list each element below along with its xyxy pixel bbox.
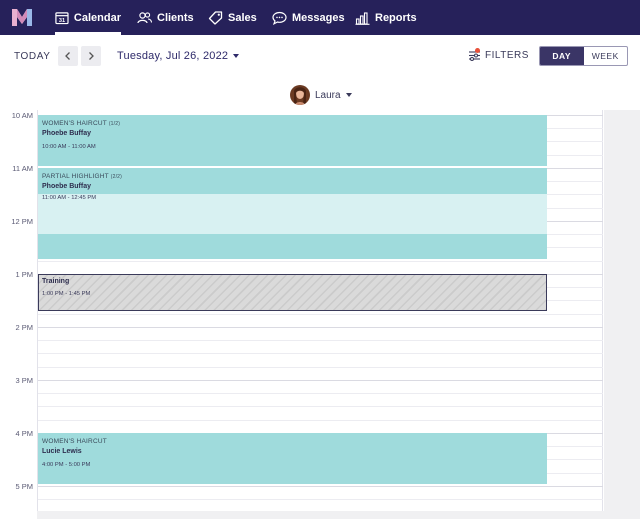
time-label: 4 PM — [15, 429, 33, 438]
nav-messages-label: Messages — [292, 11, 345, 24]
date-picker[interactable]: Tuesday, Jul 26, 2022 — [117, 50, 240, 62]
top-nav: 31 Calendar Clients Sales Messages Repor… — [0, 0, 640, 35]
time-label: 2 PM — [15, 323, 33, 332]
messages-icon — [272, 11, 287, 25]
hour-line — [38, 327, 603, 328]
time-label: 1 PM — [15, 270, 33, 279]
nav-sales[interactable]: Sales — [208, 0, 257, 35]
appointment-time: 10:00 AM - 11:00 AM — [42, 144, 96, 150]
svg-text:31: 31 — [59, 18, 65, 24]
view-day-button[interactable]: DAY — [540, 47, 584, 65]
minor-line — [38, 314, 603, 315]
caret-down-icon — [233, 54, 240, 58]
appointment-client: Phoebe Buffay — [42, 130, 92, 137]
caret-down-icon — [345, 93, 352, 97]
next-day-button[interactable] — [81, 46, 101, 66]
appointment-client: Phoebe Buffay — [42, 183, 92, 190]
nav-calendar-label: Calendar — [73, 11, 121, 24]
minor-line — [38, 353, 603, 354]
hour-line — [38, 380, 603, 381]
time-label: 11 AM — [12, 164, 33, 173]
appointment-time: 11:00 AM - 12:45 PM — [42, 195, 97, 201]
avatar — [290, 85, 310, 105]
filters-button[interactable]: FILTERS — [468, 48, 529, 61]
calendar-icon: 31 — [55, 11, 69, 24]
minor-line — [38, 499, 603, 500]
minor-line — [38, 420, 603, 421]
day-calendar: 10 AM 11 AM 12 PM 1 PM 2 PM 3 PM 4 PM 5 … — [0, 110, 640, 519]
view-toggle: DAY WEEK — [539, 46, 628, 66]
blocked-time-card[interactable]: Training 1:00 PM - 1:45 PM — [38, 274, 547, 311]
appointment-card[interactable]: WOMEN'S HAIRCUT (1/2) Phoebe Buffay 10:0… — [38, 115, 547, 166]
blocked-time-title: Training — [42, 278, 70, 285]
time-label: 12 PM — [11, 217, 33, 226]
minor-line — [38, 406, 603, 407]
clients-icon — [137, 11, 152, 23]
logo-icon[interactable] — [11, 8, 33, 27]
nav-calendar[interactable]: 31 Calendar — [55, 0, 121, 35]
nav-reports-label: Reports — [375, 11, 417, 24]
blocked-time-range: 1:00 PM - 1:45 PM — [42, 291, 91, 297]
appointment-service: PARTIAL HIGHLIGHT (2/2) — [42, 173, 123, 180]
staff-name: Laura — [315, 89, 341, 101]
nav-messages[interactable]: Messages — [272, 0, 345, 35]
nav-clients-label: Clients — [157, 11, 194, 24]
chevron-right-icon — [89, 52, 94, 60]
hour-line — [38, 486, 603, 487]
chevron-left-icon — [65, 52, 70, 60]
date-label: Tuesday, Jul 26, 2022 — [117, 50, 229, 62]
minor-line — [38, 393, 603, 394]
appointment-service: WOMEN'S HAIRCUT — [42, 438, 107, 445]
appointment-client: Lucie Lewis — [42, 448, 82, 455]
reports-icon — [355, 11, 370, 25]
appointment-card[interactable]: PARTIAL HIGHLIGHT (2/2) Phoebe Buffay — [38, 168, 547, 194]
filters-icon — [468, 48, 481, 61]
nav-sales-label: Sales — [228, 11, 257, 24]
sales-tag-icon — [208, 10, 223, 25]
nav-reports[interactable]: Reports — [355, 0, 417, 35]
nav-clients[interactable]: Clients — [137, 0, 194, 35]
minor-line — [38, 367, 603, 368]
appointment-time: 4:00 PM - 5:00 PM — [42, 462, 91, 468]
previous-day-button[interactable] — [58, 46, 78, 66]
calendar-footer — [37, 511, 604, 519]
time-label: 5 PM — [15, 482, 33, 491]
today-button[interactable]: TODAY — [14, 51, 51, 62]
filters-indicator-dot — [475, 48, 480, 53]
appointment-card[interactable]: WOMEN'S HAIRCUT Lucie Lewis 4:00 PM - 5:… — [38, 433, 547, 484]
minor-line — [38, 261, 603, 262]
scroll-gutter — [604, 110, 640, 519]
staff-selector[interactable]: Laura — [290, 85, 352, 105]
appointment-service: WOMEN'S HAIRCUT (1/2) — [42, 120, 121, 127]
appointment-finish-block[interactable] — [38, 234, 547, 259]
filters-label: FILTERS — [485, 49, 529, 61]
processing-time-block[interactable]: 11:00 AM - 12:45 PM — [38, 194, 547, 234]
time-label: 3 PM — [15, 376, 33, 385]
minor-line — [38, 340, 603, 341]
view-week-button[interactable]: WEEK — [584, 47, 628, 65]
time-label: 10 AM — [11, 111, 33, 120]
